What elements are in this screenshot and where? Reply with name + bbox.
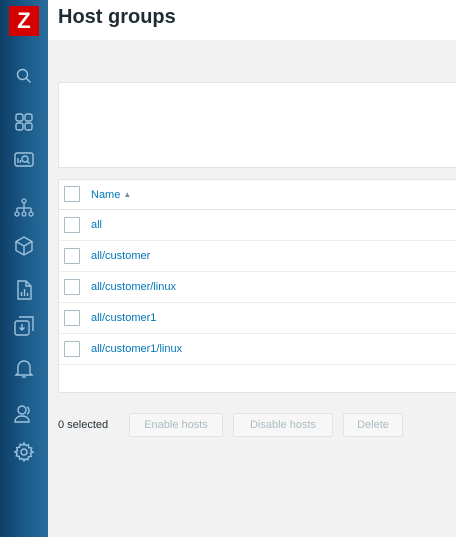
enable-hosts-button[interactable]: Enable hosts [129,413,223,437]
host-group-link[interactable]: all [91,219,102,231]
reports-icon[interactable] [12,278,36,302]
network-icon[interactable] [12,196,36,220]
table-row: all/customer [59,241,456,272]
table-row: all [59,210,456,241]
zabbix-logo[interactable]: Z [9,6,39,36]
host-group-link[interactable]: all/customer1/linux [91,343,182,355]
row-checkbox[interactable] [64,341,80,357]
host-groups-table: Name ▲ all all/customer all/customer/linu… [58,179,456,393]
row-checkbox[interactable] [64,310,80,326]
page-header: Host groups [48,0,456,40]
settings-icon[interactable] [12,440,36,464]
table-row: all/customer1/linux [59,334,456,365]
data-collection-icon[interactable] [12,314,36,338]
inventory-icon[interactable] [12,234,36,258]
filter-panel [58,82,456,168]
host-group-link[interactable]: all/customer/linux [91,281,176,293]
users-icon[interactable] [12,402,36,426]
page-title: Host groups [58,6,176,28]
name-column-header[interactable]: Name ▲ [91,189,131,201]
selected-count: 0 selected [58,419,109,431]
monitoring-icon[interactable] [12,148,36,172]
disable-hosts-button[interactable]: Disable hosts [233,413,333,437]
table-row: all/customer1 [59,303,456,334]
host-group-link[interactable]: all/customer1 [91,312,156,324]
delete-button[interactable]: Delete [343,413,403,437]
row-checkbox[interactable] [64,217,80,233]
sort-ascending-icon: ▲ [123,190,132,199]
alerts-icon[interactable] [12,356,36,380]
name-column-label: Name [91,189,121,201]
sidebar: Z [0,0,48,537]
dashboard-icon[interactable] [12,110,36,134]
row-checkbox[interactable] [64,279,80,295]
row-checkbox[interactable] [64,248,80,264]
search-icon[interactable] [12,64,36,88]
main-content: Host groups Name ▲ all all/customer all/c… [48,0,456,537]
host-group-link[interactable]: all/customer [91,250,150,262]
table-row: all/customer/linux [59,272,456,303]
table-header-row: Name ▲ [59,180,456,210]
select-all-checkbox[interactable] [64,186,80,202]
